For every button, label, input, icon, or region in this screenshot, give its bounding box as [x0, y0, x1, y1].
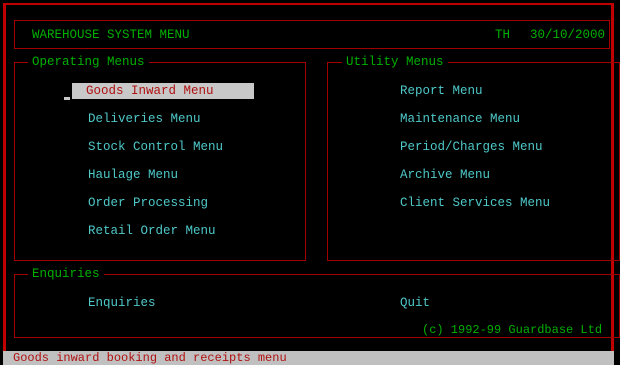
operating-menus-legend: Operating Menus	[28, 55, 149, 69]
status-bar: Goods inward booking and receipts menu	[3, 351, 614, 365]
header-title: WAREHOUSE SYSTEM MENU	[32, 28, 190, 42]
menu-item-deliveries[interactable]: Deliveries Menu	[88, 112, 201, 126]
menu-item-goods-inward[interactable]: Goods Inward Menu	[72, 83, 254, 99]
utility-menus-legend: Utility Menus	[342, 55, 448, 69]
menu-item-retail-order[interactable]: Retail Order Menu	[88, 224, 216, 238]
menu-item-period-charges[interactable]: Period/Charges Menu	[400, 140, 543, 154]
menu-item-stock-control[interactable]: Stock Control Menu	[88, 140, 223, 154]
menu-item-report[interactable]: Report Menu	[400, 84, 483, 98]
header-user: TH	[495, 28, 511, 42]
header-date: 30/10/2000	[530, 28, 606, 42]
menu-item-haulage[interactable]: Haulage Menu	[88, 168, 178, 182]
text-cursor	[64, 97, 70, 100]
menu-item-order-processing[interactable]: Order Processing	[88, 196, 208, 210]
menu-item-quit[interactable]: Quit	[400, 296, 430, 310]
menu-item-archive[interactable]: Archive Menu	[400, 168, 490, 182]
enquiries-legend: Enquiries	[28, 267, 104, 281]
menu-item-client-services[interactable]: Client Services Menu	[400, 196, 550, 210]
menu-item-enquiries[interactable]: Enquiries	[88, 296, 156, 310]
menu-item-maintenance[interactable]: Maintenance Menu	[400, 112, 520, 126]
copyright-text: (c) 1992-99 Guardbase Ltd	[418, 323, 607, 337]
